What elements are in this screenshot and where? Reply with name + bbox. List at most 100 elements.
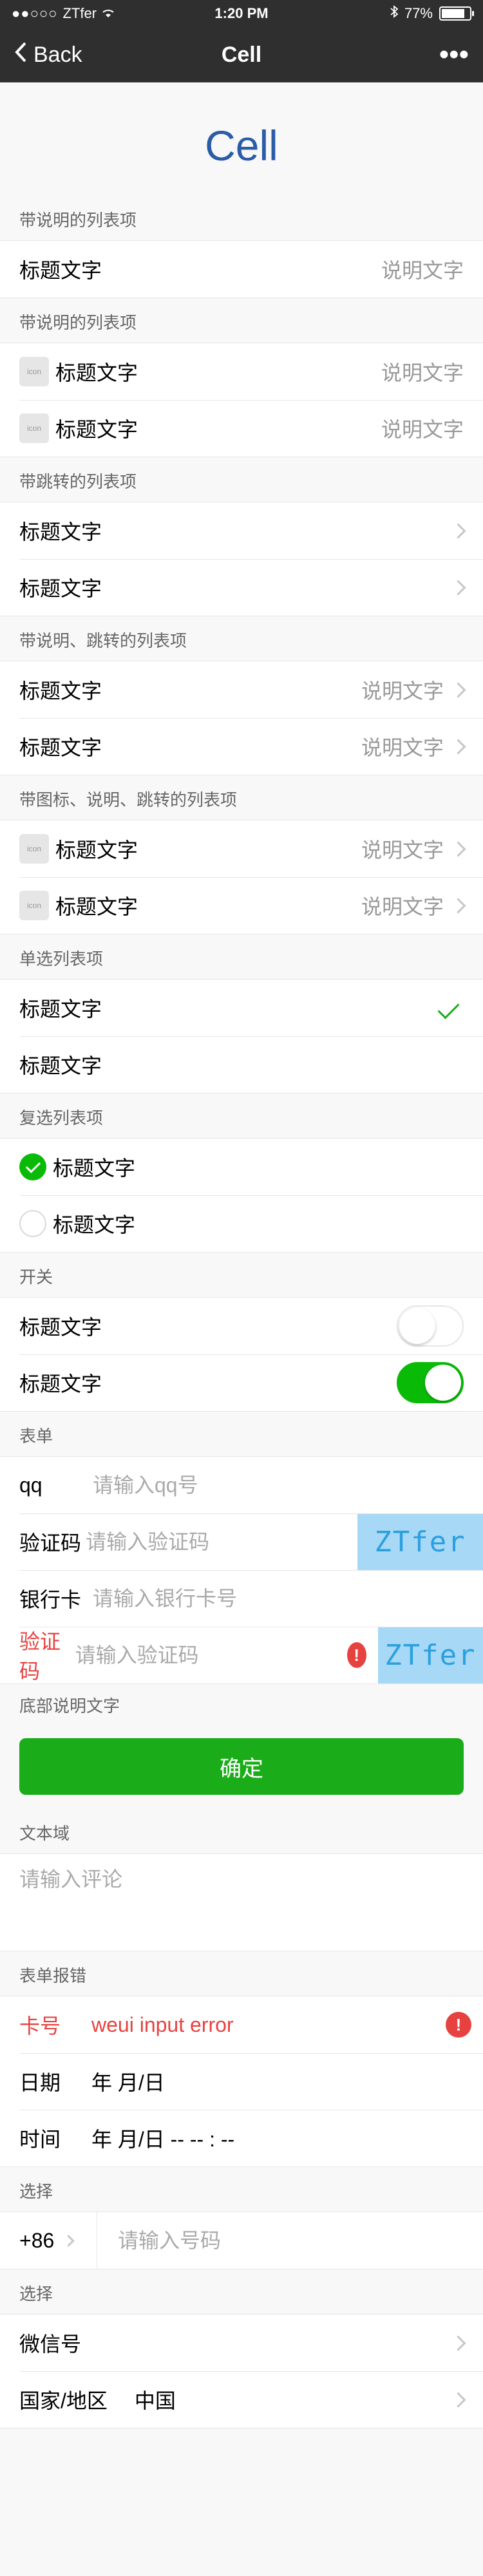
placeholder-icon: icon	[19, 413, 49, 443]
cell-title: 标题文字	[53, 1157, 136, 1180]
country-code-select[interactable]: +86	[19, 2229, 97, 2253]
warning-icon: !	[346, 1642, 366, 1668]
cell-desc: 说明文字	[361, 736, 444, 759]
date-input[interactable]: 年 月/日	[91, 2067, 483, 2096]
toggle-switch-off[interactable]	[397, 1305, 464, 1347]
cell-title: 标题文字	[55, 895, 138, 918]
section-title: 带说明的列表项	[19, 211, 137, 230]
phone-input[interactable]	[117, 2228, 483, 2253]
comment-textarea[interactable]: 请输入评论	[0, 1854, 483, 1951]
section-title: 表单	[19, 1426, 53, 1446]
page-title: Cell	[205, 122, 278, 169]
cell-title: 标题文字	[55, 418, 138, 441]
carrier-group: ●●○○○ ZTfer	[12, 5, 179, 22]
cell-primary: icon 标题文字	[19, 834, 361, 864]
chevron-right-icon	[450, 2334, 466, 2351]
radio-item[interactable]: 标题文字	[0, 1036, 483, 1093]
battery-percent: 77%	[404, 5, 433, 21]
checkmark-icon	[437, 997, 460, 1019]
list-item-link[interactable]: 标题文字 说明文字	[0, 661, 483, 718]
cell-desc: 说明文字	[381, 418, 464, 441]
cell-primary: icon 标题文字	[19, 891, 361, 920]
time-input[interactable]: 年 月/日 -- -- : --	[91, 2123, 483, 2153]
back-button[interactable]: Back	[14, 41, 169, 69]
back-label: Back	[33, 42, 82, 67]
checkbox-checked-icon[interactable]	[19, 1153, 46, 1180]
cell-value: 中国	[134, 2389, 176, 2412]
chevron-right-icon	[450, 579, 466, 596]
cell-desc: 说明文字	[381, 361, 464, 384]
select-group: 微信号 国家/地区 中国	[0, 2314, 483, 2429]
cell-title: 标题文字	[19, 679, 102, 703]
section-title: 选择	[19, 2284, 53, 2304]
cell-desc: 说明文字	[381, 259, 464, 282]
warning-icon: !	[446, 2012, 471, 2038]
chevron-right-icon	[450, 897, 466, 914]
qq-input[interactable]	[91, 1472, 483, 1498]
cell-group: 标题文字 说明文字 标题文字 说明文字	[0, 661, 483, 775]
toggle-switch-on[interactable]	[397, 1362, 464, 1403]
form-row-date[interactable]: 日期 年 月/日	[0, 2053, 483, 2110]
section-title: 开关	[19, 1267, 53, 1287]
vcode-input[interactable]	[73, 1642, 347, 1668]
more-icon[interactable]: •••	[314, 41, 469, 69]
form-group: qq 验证码 ZTfer 银行卡 验证码 ! ZTfer	[0, 1456, 483, 1684]
chevron-right-icon	[62, 2234, 75, 2247]
chevron-right-icon	[450, 522, 466, 539]
list-item-link[interactable]: icon 标题文字 说明文字	[0, 820, 483, 877]
vcode-image[interactable]: ZTfer	[357, 1513, 483, 1570]
form-label: 银行卡	[19, 1588, 82, 1611]
section-title: 带说明、跳转的列表项	[19, 631, 187, 650]
checkbox-unchecked-icon[interactable]	[19, 1210, 46, 1237]
footer-tip: 底部说明文字	[19, 1696, 120, 1716]
form-label: 时间	[19, 2128, 61, 2151]
cell-title: 标题文字	[19, 577, 102, 600]
checkbox-item[interactable]: 标题文字	[0, 1195, 483, 1252]
section-title: 复选列表项	[19, 1108, 104, 1128]
form-row-bankcard: 银行卡	[0, 1570, 483, 1627]
confirm-button[interactable]: 确定	[19, 1738, 464, 1795]
placeholder-icon: icon	[19, 834, 49, 864]
form-row-time[interactable]: 时间 年 月/日 -- -- : --	[0, 2110, 483, 2166]
vcode-input[interactable]	[84, 1529, 358, 1555]
bottom-spacer	[0, 2429, 483, 2557]
card-input[interactable]: weui input error	[91, 2013, 446, 2037]
checkbox-group: 标题文字 标题文字	[0, 1138, 483, 1253]
list-item-link[interactable]: 标题文字 说明文字	[0, 718, 483, 775]
section-title: 带说明的列表项	[19, 313, 137, 332]
bankcard-input[interactable]	[91, 1586, 483, 1611]
list-item: 标题文字 说明文字	[0, 241, 483, 298]
form-row-vcode-error: 验证码 ! ZTfer	[0, 1627, 483, 1683]
cell-primary: icon 标题文字	[19, 413, 381, 443]
list-item-link[interactable]: icon 标题文字 说明文字	[0, 877, 483, 934]
cell-title: 标题文字	[19, 736, 102, 759]
cell-title: 标题文字	[19, 520, 102, 544]
checkbox-item[interactable]: 标题文字	[0, 1139, 483, 1195]
radio-item[interactable]: 标题文字	[0, 980, 483, 1036]
signal-dots: ●●○○○	[12, 5, 58, 21]
cell-title: 标题文字	[19, 1316, 102, 1339]
form-row-vcode: 验证码 ZTfer	[0, 1513, 483, 1570]
status-bar: ●●○○○ ZTfer 1:20 PM 77%	[0, 0, 483, 27]
form-row-card-error[interactable]: 卡号 weui input error !	[0, 1996, 483, 2053]
battery-group: 77%	[304, 5, 474, 22]
section-title: 带图标、说明、跳转的列表项	[19, 790, 238, 810]
vcode-image[interactable]: ZTfer	[377, 1627, 483, 1683]
form-row-qq: qq	[0, 1457, 483, 1513]
cell-primary: 国家/地区 中国	[19, 2385, 444, 2414]
cell-group: 标题文字 说明文字	[0, 240, 483, 298]
select-phone-group: +86	[0, 2211, 483, 2269]
cell-title: 标题文字	[19, 259, 102, 282]
switch-item: 标题文字	[0, 1298, 483, 1354]
navigation-bar: Back Cell •••	[0, 27, 483, 82]
section-title: 带跳转的列表项	[19, 472, 137, 491]
cell-title: 标题文字	[55, 361, 138, 384]
list-item-link[interactable]: 标题文字	[0, 502, 483, 559]
battery-icon	[439, 6, 474, 21]
cell-title: 标题文字	[19, 1372, 102, 1396]
list-item-link[interactable]: 标题文字	[0, 559, 483, 616]
select-item-wechat[interactable]: 微信号	[0, 2315, 483, 2371]
form-label-error: 卡号	[19, 2014, 61, 2038]
cell-title: 标题文字	[55, 838, 138, 862]
select-item-country[interactable]: 国家/地区 中国	[0, 2371, 483, 2428]
